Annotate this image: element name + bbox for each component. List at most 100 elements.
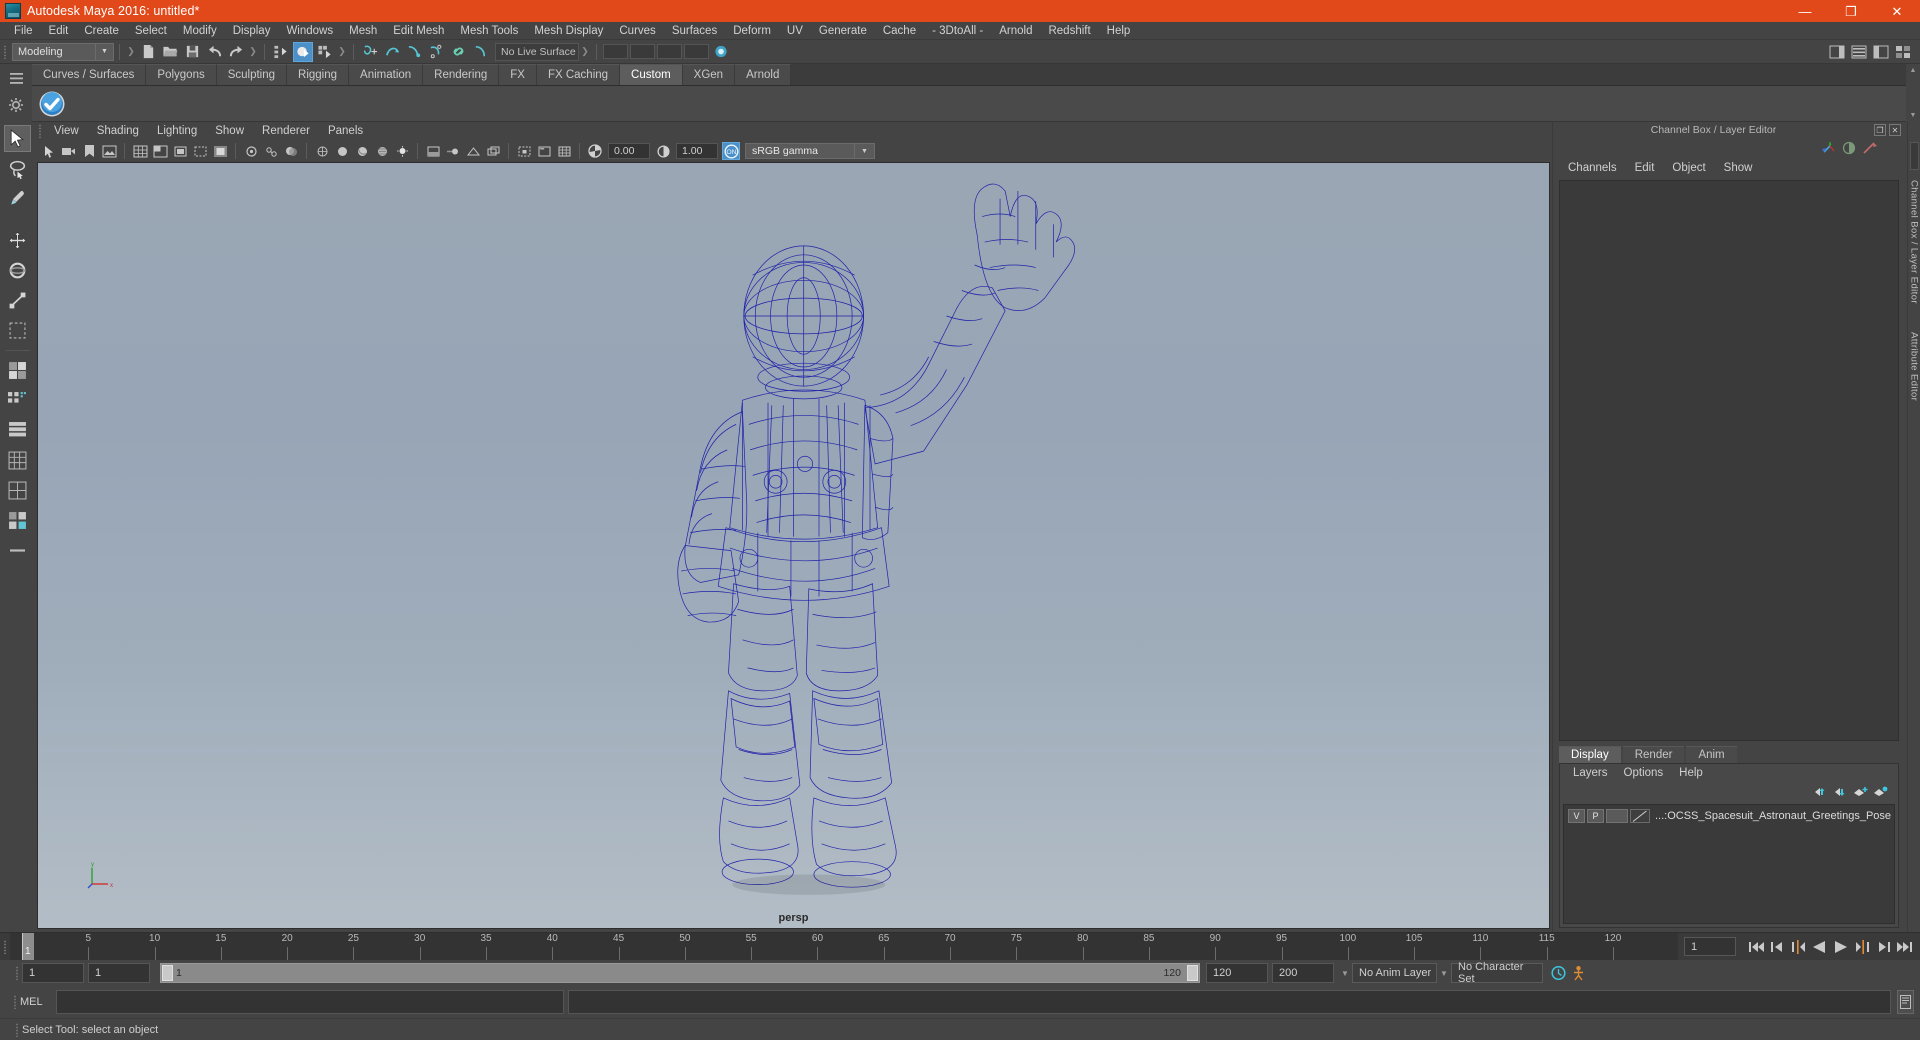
screen-space-ao-icon[interactable] (424, 142, 442, 160)
menu-redshift[interactable]: Redshift (1040, 22, 1098, 40)
menu-edit[interactable]: Edit (41, 22, 77, 40)
multi-layout[interactable] (4, 507, 31, 534)
play-forwards-icon[interactable] (1831, 936, 1850, 958)
gate-mask-icon[interactable] (211, 142, 229, 160)
menu-arnold[interactable]: Arnold (991, 22, 1040, 40)
shadows-icon[interactable] (282, 142, 300, 160)
display-layer-list[interactable]: V P ...:OCSS_Spacesuit_Astronaut_Greetin… (1563, 804, 1895, 924)
gamma-icon[interactable] (654, 142, 672, 160)
new-layer-icon[interactable] (1851, 783, 1869, 801)
vtab-attribute-editor[interactable]: Attribute Editor (1909, 326, 1920, 407)
move-layer-up-icon[interactable] (1811, 783, 1829, 801)
sidebar-toggle-icon[interactable] (1827, 42, 1847, 62)
attribute-display-icon[interactable] (1840, 139, 1858, 157)
lasso-select-tool[interactable] (4, 155, 31, 182)
anim-start-time-field[interactable]: 1 (22, 963, 84, 983)
motion-blur-icon[interactable] (444, 142, 462, 160)
menu-set-chevron-down-icon[interactable]: ▼ (96, 42, 114, 61)
time-slider-ruler[interactable]: 1 5 10 15 20 25 30 35 40 45 50 55 60 65 70 75 80 85 90 95 1… (10, 933, 1678, 960)
command-output[interactable] (568, 990, 1891, 1014)
live-surface-field[interactable]: No Live Surface (495, 42, 579, 61)
make-live-icon[interactable] (448, 42, 468, 62)
menu-cache[interactable]: Cache (875, 22, 924, 40)
help-line-grip[interactable] (12, 1019, 22, 1040)
script-editor-icon[interactable] (1897, 990, 1914, 1014)
channel-box-toggle-icon[interactable] (1820, 139, 1838, 157)
menu-deform[interactable]: Deform (725, 22, 779, 40)
menu-3dtoall[interactable]: - 3DtoAll - (924, 22, 991, 40)
persp-graph-layout[interactable] (4, 447, 31, 474)
shelf-scroll-up-icon[interactable]: ▲ (1910, 67, 1917, 74)
shelf-tab-fx[interactable]: FX (499, 64, 537, 85)
grid-icon[interactable] (555, 142, 573, 160)
persp-hypershade-layout[interactable] (4, 477, 31, 504)
range-end-time-field[interactable]: 120 (1206, 963, 1268, 983)
single-perspective-layout[interactable] (4, 357, 31, 384)
select-by-hierarchy-icon[interactable] (271, 42, 291, 62)
tool-settings-icon[interactable] (1871, 42, 1891, 62)
menu-generate[interactable]: Generate (811, 22, 875, 40)
menu-edit-mesh[interactable]: Edit Mesh (385, 22, 452, 40)
close-button[interactable]: ✕ (1874, 0, 1920, 22)
anim-layer-chevron-icon[interactable]: ▼ (1338, 963, 1352, 983)
menu-create[interactable]: Create (76, 22, 127, 40)
shelf-menu-icon[interactable] (6, 68, 26, 88)
shelf-settings-icon[interactable] (6, 95, 26, 115)
show-menu[interactable]: Show (1715, 162, 1762, 174)
time-slider-grip[interactable] (0, 933, 10, 960)
current-frame-field[interactable]: 1 (1684, 937, 1736, 956)
select-by-component-icon[interactable] (315, 42, 335, 62)
bookmarks-icon[interactable] (80, 142, 98, 160)
redo-icon[interactable] (226, 42, 246, 62)
menu-help[interactable]: Help (1099, 22, 1139, 40)
character-set-selector[interactable]: No Character Set (1451, 961, 1543, 985)
panel-scroll-track[interactable] (1909, 142, 1919, 170)
menu-file[interactable]: File (6, 22, 41, 40)
shelf-tab-arnold[interactable]: Arnold (735, 64, 792, 85)
perspective-viewport[interactable]: y x persp (37, 162, 1550, 929)
shelf-tab-rigging[interactable]: Rigging (287, 64, 350, 85)
step-forward-frame-icon[interactable] (1873, 936, 1892, 958)
shelf-tab-fx-caching[interactable]: FX Caching (536, 64, 621, 85)
resolution-gate-icon[interactable] (191, 142, 209, 160)
shelf-tab-sculpting[interactable]: Sculpting (216, 64, 288, 85)
textures-icon[interactable] (373, 142, 391, 160)
statusline-grip[interactable] (0, 40, 10, 63)
viewport-menu-panels[interactable]: Panels (319, 122, 372, 140)
shelf-tab-custom[interactable]: Custom (620, 64, 683, 85)
tab-anim[interactable]: Anim (1686, 746, 1737, 763)
move-layer-down-icon[interactable] (1831, 783, 1849, 801)
scale-tool[interactable] (4, 287, 31, 314)
go-to-end-icon[interactable] (1894, 936, 1913, 958)
menu-modify[interactable]: Modify (175, 22, 225, 40)
command-language-label[interactable]: MEL (20, 996, 56, 1008)
range-slider[interactable]: 1 120 (160, 963, 1200, 983)
multisample-icon[interactable] (464, 142, 482, 160)
numeric-input-1[interactable] (603, 44, 628, 59)
layer-row[interactable]: V P ...:OCSS_Spacesuit_Astronaut_Greetin… (1564, 808, 1894, 824)
viewport-menu-lighting[interactable]: Lighting (148, 122, 206, 140)
anim-layer-icon[interactable] (1860, 139, 1878, 157)
menu-set-selector[interactable]: Modeling (12, 42, 96, 61)
menu-uv[interactable]: UV (779, 22, 811, 40)
anim-end-time-field[interactable]: 200 (1272, 963, 1334, 983)
collapse-group-icon[interactable]: ❯ (125, 43, 137, 61)
tab-render[interactable]: Render (1622, 746, 1685, 763)
close-icon[interactable]: ✕ (1889, 124, 1901, 136)
grid-toggle-icon[interactable] (151, 142, 169, 160)
smooth-shade-all-icon[interactable] (353, 142, 371, 160)
viewport-menu-shading[interactable]: Shading (88, 122, 148, 140)
checkmark-shelf-icon[interactable] (36, 88, 68, 120)
minimize-button[interactable]: — (1782, 0, 1828, 22)
shelf-tab-xgen[interactable]: XGen (682, 64, 736, 85)
tab-display[interactable]: Display (1559, 746, 1621, 763)
edit-menu[interactable]: Edit (1626, 162, 1664, 174)
expand-group-file-icon[interactable]: ❯ (247, 43, 259, 61)
camera-attributes-icon[interactable] (60, 142, 78, 160)
viewport-menu-show[interactable]: Show (206, 122, 253, 140)
undock-icon[interactable]: ❐ (1874, 124, 1886, 136)
hud-icon[interactable] (535, 142, 553, 160)
layers-menu[interactable]: Layers (1565, 767, 1616, 779)
maximize-button[interactable]: ❐ (1828, 0, 1874, 22)
layer-type-toggle[interactable] (1606, 809, 1628, 823)
